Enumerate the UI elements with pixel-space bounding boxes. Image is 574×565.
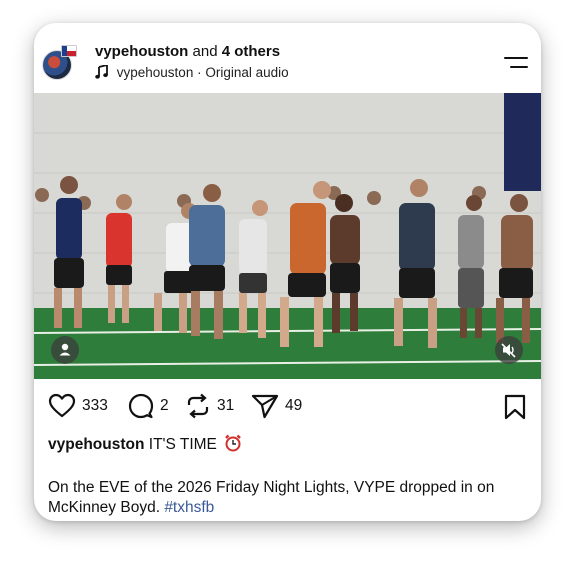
author-avatar[interactable] [42,45,77,80]
post-header: vypehouston and 4 others vypehouston · O… [34,23,541,93]
bookmark-icon [504,394,526,420]
post-description: On the EVE of the 2026 Friday Night Ligh… [48,478,533,518]
description-text: On the EVE of the 2026 Friday Night Ligh… [48,479,495,516]
hashtag-link[interactable]: #txhsfb [164,499,214,516]
repost-button[interactable]: 31 [185,391,234,421]
audio-label: Original audio [205,65,289,80]
action-bar: 333 2 31 49 [34,391,541,425]
mute-button[interactable] [495,336,523,364]
caption-text: IT'S TIME [148,436,217,453]
person-icon [59,343,71,356]
comment-count: 2 [160,397,169,414]
tagged-users-button[interactable] [51,336,79,364]
like-count: 333 [82,397,108,414]
speaker-muted-icon [501,343,516,358]
post-video[interactable] [34,93,541,379]
send-icon [251,394,279,419]
share-button[interactable]: 49 [251,391,302,421]
music-note-icon [95,63,109,82]
share-count: 49 [285,397,303,414]
audio-line[interactable]: vypehouston · Original audio [95,63,289,82]
comment-icon [128,393,154,419]
menu-icon[interactable] [504,55,530,71]
co-authors-link[interactable]: 4 others [222,43,280,60]
audio-author: vypehouston [116,65,194,80]
author-line: vypehouston and 4 others [95,43,280,60]
alarm-clock-icon [224,434,242,452]
and-text: and [192,43,218,60]
bookmark-button[interactable] [504,394,526,425]
author-name[interactable]: vypehouston [95,43,188,60]
texas-flag-icon [61,45,77,57]
caption: vypehouston IT'S TIME [48,434,242,454]
like-button[interactable]: 333 [48,391,108,421]
caption-username[interactable]: vypehouston [48,436,144,453]
football-practice-image [34,93,541,379]
post-card: vypehouston and 4 others vypehouston · O… [34,23,541,521]
audio-separator: · [197,65,202,80]
comment-button[interactable]: 2 [128,391,169,421]
heart-icon [48,393,76,418]
repost-icon [187,393,209,419]
repost-count: 31 [217,397,235,414]
